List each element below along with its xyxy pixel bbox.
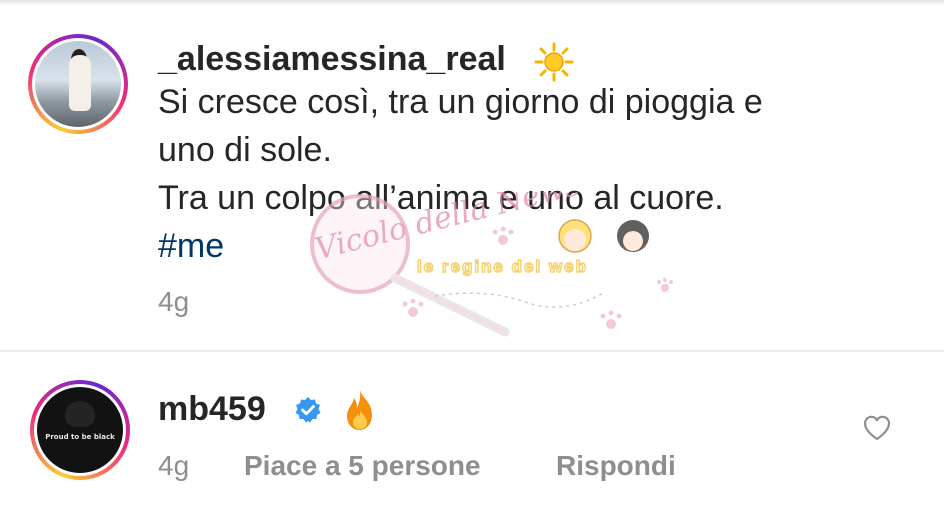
verified-badge-icon xyxy=(295,397,321,423)
post-time: 4g xyxy=(158,286,190,317)
avatar-image xyxy=(35,41,121,127)
fire-emoji-icon xyxy=(347,390,372,430)
sun-emoji-icon xyxy=(534,42,574,82)
like-heart-icon[interactable] xyxy=(862,414,892,442)
reply-avatar[interactable]: Proud to be black xyxy=(30,380,130,480)
comments-screen: _alessiamessina_real Si cresce così, tra… xyxy=(0,0,944,506)
avatar[interactable] xyxy=(28,34,128,134)
caption-line: Si cresce così, tra un giorno di pioggia… xyxy=(158,83,763,121)
hashtag-link[interactable]: #me xyxy=(158,222,918,270)
caption-line: uno di sole. xyxy=(158,131,332,169)
reply-username[interactable]: mb459 xyxy=(158,390,266,429)
post-caption-text: Si cresce così, tra un giorno di pioggia… xyxy=(158,78,918,270)
avatar-caption: Proud to be black xyxy=(45,433,115,441)
likes-count-link[interactable]: Piace a 5 persone xyxy=(244,450,481,482)
reply-button[interactable]: Rispondi xyxy=(556,450,676,482)
reply-avatar-image: Proud to be black xyxy=(37,387,123,473)
post-username[interactable]: _alessiamessina_real xyxy=(158,40,506,79)
divider xyxy=(0,350,944,352)
caption-line: Tra un colpo all’anima e uno al cuore. xyxy=(158,179,724,217)
reply-time: 4g xyxy=(158,450,190,481)
